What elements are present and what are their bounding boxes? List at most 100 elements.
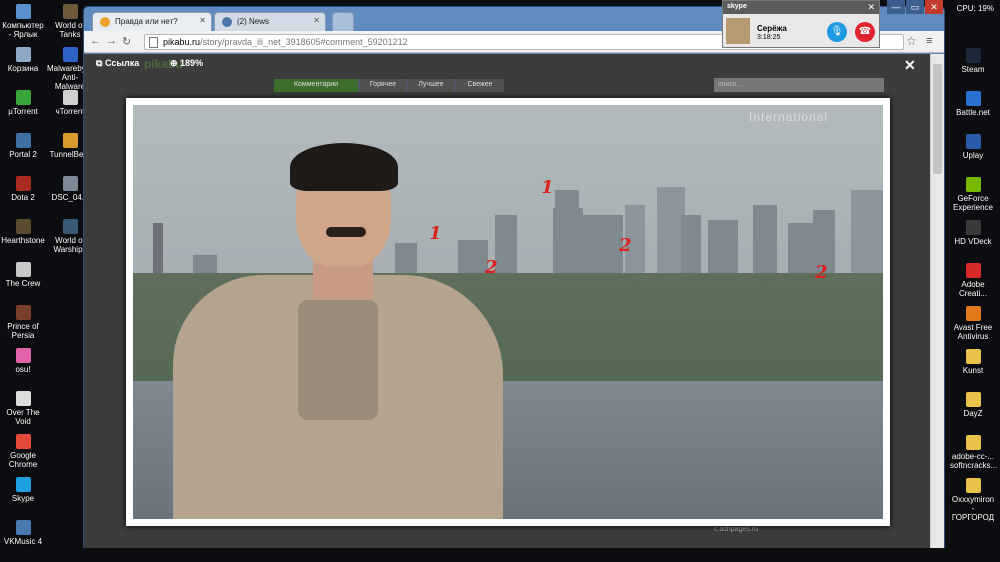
desktop-icon-label: osu! <box>15 365 31 374</box>
close-tab-icon[interactable]: ✕ <box>313 16 320 25</box>
app-icon <box>15 47 31 62</box>
page-scrollbar[interactable] <box>930 54 944 548</box>
url-host: pikabu.ru <box>163 37 201 47</box>
back-icon[interactable]: ← <box>90 35 101 47</box>
app-icon <box>15 262 31 277</box>
desktop-icon[interactable]: Компьютер - Ярлык <box>0 4 46 39</box>
watermark: International <box>749 110 829 124</box>
desktop-icon-label: Prince of Persia <box>7 322 39 340</box>
app-icon <box>15 477 31 492</box>
nav-best[interactable]: Лучшее <box>408 79 454 92</box>
desktop-icon-label: Steam <box>961 65 985 74</box>
desktop-icon-label: The Crew <box>5 279 41 288</box>
app-icon <box>15 176 31 191</box>
desktop-icon-label: Hearthstone <box>1 236 45 245</box>
desktop-icon[interactable]: Google Chrome <box>0 434 46 469</box>
url-path: /story/pravda_ili_net_3918605#comment_59… <box>200 37 408 47</box>
reload-icon[interactable]: ↻ <box>122 35 131 48</box>
app-icon <box>62 90 78 105</box>
desktop-icon[interactable]: adobe-cc-... softncracks... <box>950 435 997 470</box>
desktop-icon-label: Uplay <box>962 151 984 160</box>
desktop-icon-label: Portal 2 <box>9 150 37 159</box>
scrollbar-thumb[interactable] <box>933 64 942 174</box>
desktop-icon-label: Over The Void <box>6 408 40 426</box>
desktop-icon[interactable]: Hearthstone <box>0 219 46 245</box>
desktop-icon[interactable]: Prince of Persia <box>0 305 46 340</box>
desktop-icon[interactable]: Oxxxymiron - ГОРГОРОД <box>950 478 996 522</box>
app-icon <box>15 305 31 320</box>
desktop-icon[interactable]: Корзина <box>0 47 46 73</box>
mute-mic-icon[interactable]: 🎙 <box>827 22 847 42</box>
desktop-icon[interactable]: Over The Void <box>0 391 46 426</box>
desktop-icon-label: DayZ <box>963 409 983 418</box>
page-icon <box>149 37 158 48</box>
site-search-input[interactable]: поиск... <box>714 78 884 92</box>
skype-close-icon[interactable]: ✕ <box>867 2 875 13</box>
close-window-icon[interactable]: ✕ <box>925 0 943 14</box>
annotation-2c: 2 <box>815 262 828 283</box>
tab-pravda[interactable]: Правда или нет? ✕ <box>92 12 212 31</box>
desktop-icon[interactable]: µTorrent <box>0 90 46 116</box>
lightbox-close-icon[interactable]: ✕ <box>904 57 916 74</box>
nav-hot[interactable]: Горячее <box>360 79 406 92</box>
lightbox-zoom[interactable]: ⊕ 189% <box>170 58 203 69</box>
app-icon <box>965 392 981 407</box>
app-icon <box>15 90 31 105</box>
lightbox-link-button[interactable]: ⧉ Ссылка <box>96 58 139 69</box>
pikabu-favicon-icon <box>100 17 110 27</box>
desktop-icon[interactable]: Portal 2 <box>0 133 46 159</box>
app-icon <box>15 4 31 19</box>
ad-link[interactable]: c.ashpages.ru <box>714 526 758 533</box>
app-icon <box>965 220 981 235</box>
desktop-icon[interactable]: Steam <box>950 48 996 74</box>
desktop-icon[interactable]: Battle.net <box>950 91 996 117</box>
chrome-menu-icon[interactable]: ≡ <box>926 35 932 47</box>
desktop-icon[interactable]: Kunst <box>950 349 996 375</box>
forward-icon[interactable]: → <box>106 35 117 47</box>
app-icon <box>965 177 981 192</box>
desktop-icon-label: GeForce Experience <box>952 194 994 212</box>
desktop-icon-label: Avast Free Antivirus <box>953 323 993 341</box>
app-icon <box>965 435 981 450</box>
desktop-icon[interactable]: Skype <box>0 477 46 503</box>
minimize-icon[interactable]: — <box>887 0 905 14</box>
nav-fresh[interactable]: Свежее <box>456 79 504 92</box>
app-icon <box>965 263 981 278</box>
desktop-icon[interactable]: Avast Free Antivirus <box>950 306 996 341</box>
lightbox-image-frame: International 1 1 2 2 2 <box>126 98 890 526</box>
nav-comments[interactable]: Комментарии <box>274 79 358 92</box>
desktop-icon-label: Skype <box>11 494 35 503</box>
app-icon <box>15 520 31 535</box>
desktop-icon[interactable]: Adobe Creati... <box>950 263 996 298</box>
app-icon <box>15 133 31 148</box>
app-icon <box>15 434 31 449</box>
desktop-icon[interactable]: The Crew <box>0 262 46 288</box>
contact-name: Серёжа <box>757 24 787 33</box>
new-tab-button[interactable] <box>332 12 354 31</box>
lightbox-photo[interactable]: International 1 1 2 2 2 <box>133 105 883 519</box>
desktop-icon[interactable]: HD VDeck <box>950 220 996 246</box>
desktop-icon[interactable]: GeForce Experience <box>950 177 996 212</box>
window-controls: — ▭ ✕ <box>885 0 945 14</box>
close-tab-icon[interactable]: ✕ <box>199 16 206 25</box>
desktop-icon[interactable]: Dota 2 <box>0 176 46 202</box>
man-hair <box>290 143 398 191</box>
browser-window: Правда или нет? ✕ (2) News ✕ ← → ↻ pikab… <box>83 6 945 548</box>
desktop-icon-label: Adobe Creati... <box>958 280 987 298</box>
annotation-1a: 1 <box>429 223 442 244</box>
desktop-icon[interactable]: DayZ <box>950 392 996 418</box>
bookmark-star-icon[interactable]: ☆ <box>906 34 917 48</box>
desktop-icon[interactable]: osu! <box>0 348 46 374</box>
skype-titlebar: skype ✕ <box>723 1 879 14</box>
page-content: pikabu Комментарии Горячее Лучшее Свежее… <box>84 54 930 548</box>
desktop-icon[interactable]: Uplay <box>950 134 996 160</box>
app-icon <box>62 133 78 148</box>
desktop-icon-label: HD VDeck <box>954 237 992 246</box>
annotation-1b: 1 <box>541 177 554 198</box>
tab-news[interactable]: (2) News ✕ <box>214 12 326 31</box>
desktop-icon[interactable]: VKMusic 4 <box>0 520 46 546</box>
hang-up-icon[interactable]: ☎ <box>855 22 875 42</box>
man-lapel <box>298 300 378 420</box>
magnifier-icon: ⊕ <box>170 58 181 68</box>
maximize-icon[interactable]: ▭ <box>906 0 924 14</box>
